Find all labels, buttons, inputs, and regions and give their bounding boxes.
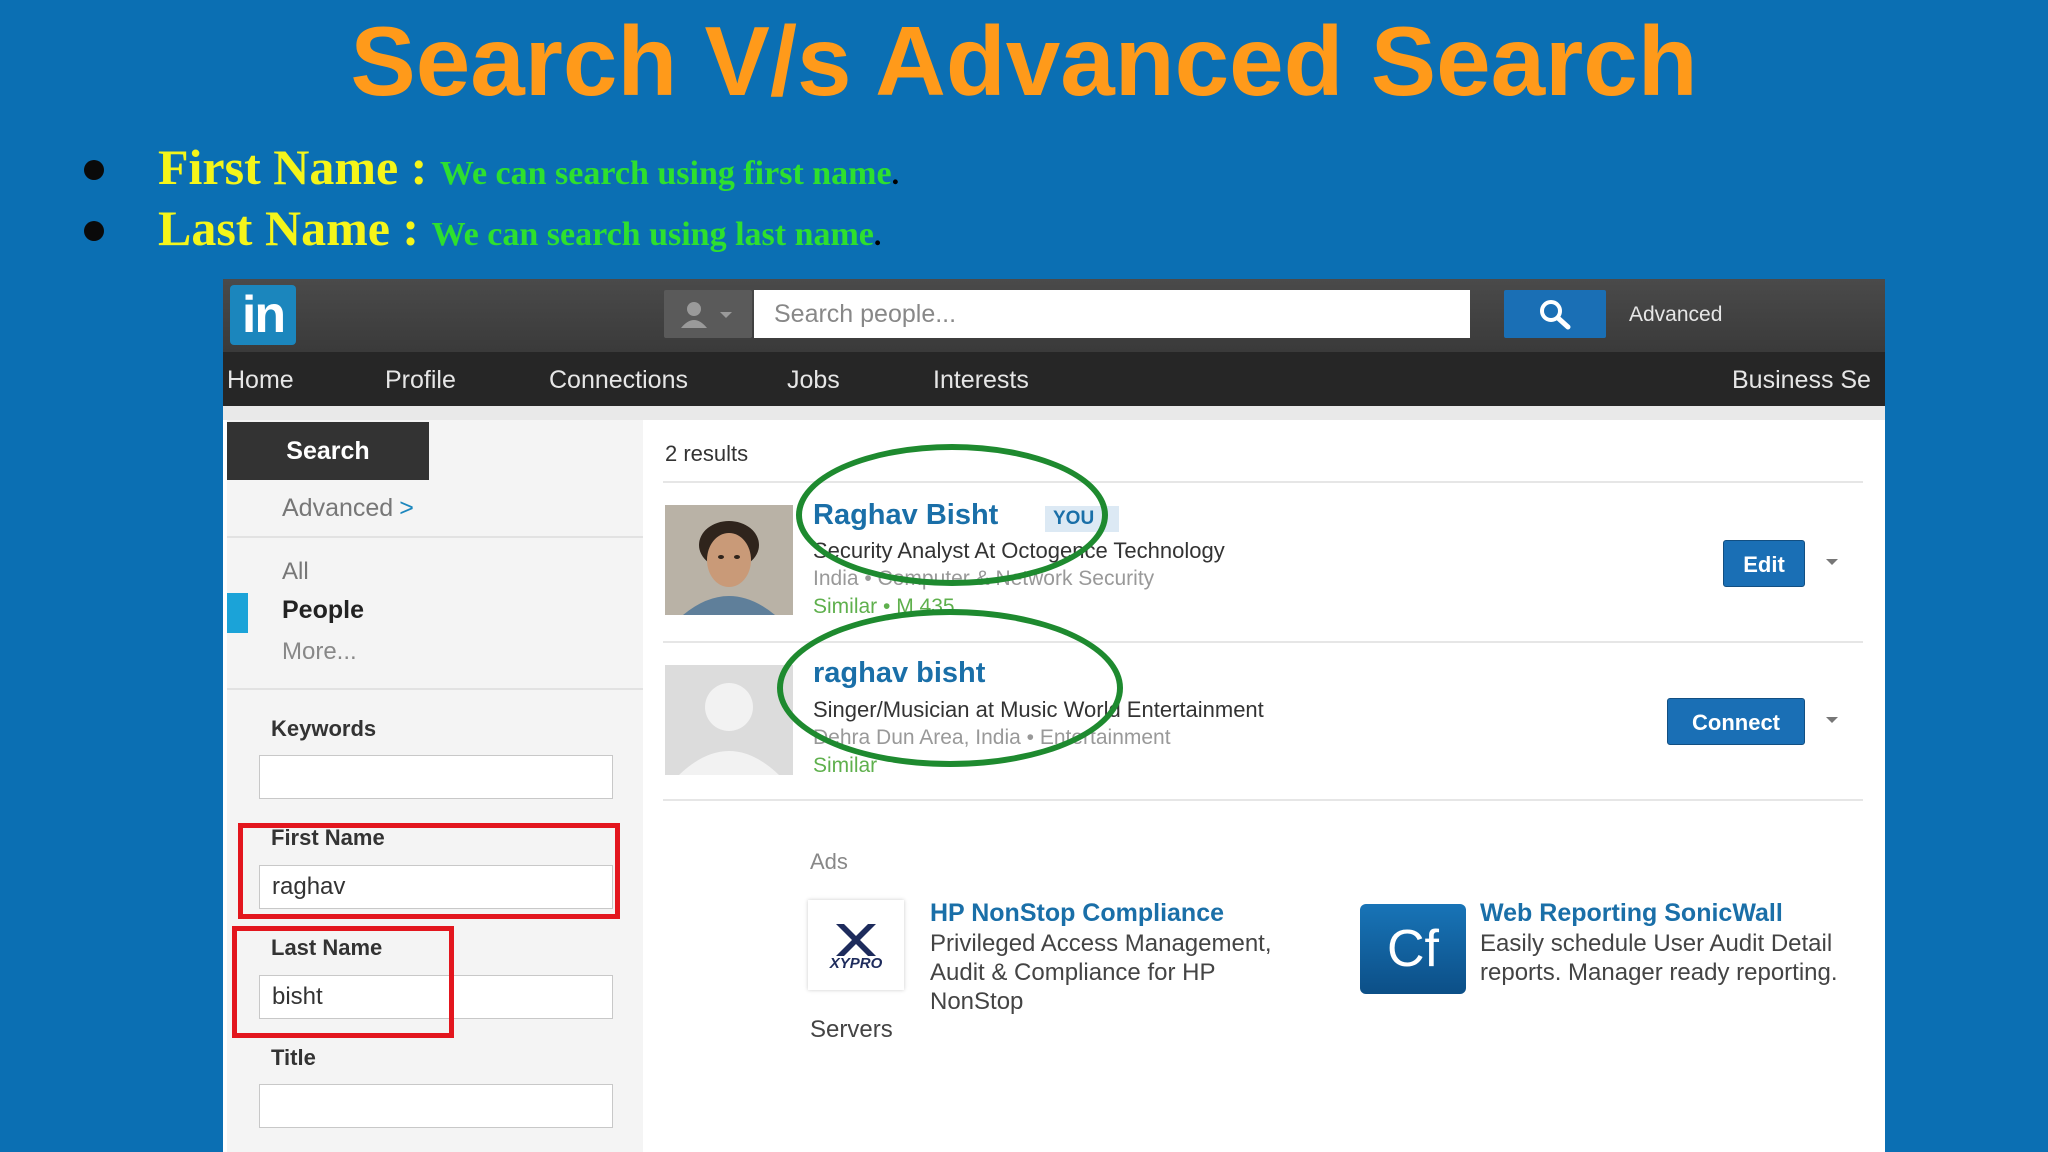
edit-button[interactable]: Edit xyxy=(1723,540,1805,587)
search-input[interactable]: Search people... xyxy=(754,290,1470,338)
xypro-icon xyxy=(836,924,876,956)
advanced-tab-label: Advanced xyxy=(282,494,394,522)
advanced-tab-link[interactable]: Advanced > xyxy=(282,494,414,523)
name-highlight-oval xyxy=(796,444,1108,586)
person-icon xyxy=(681,302,732,328)
last-name-highlight xyxy=(232,926,454,1038)
top-bar: in Search people... Advanced xyxy=(223,279,1885,352)
ad-title-link[interactable]: HP NonStop Compliance xyxy=(930,899,1224,928)
xypro-logo[interactable]: XYPRO xyxy=(808,900,904,990)
name-highlight-oval xyxy=(777,609,1123,767)
results-count: 2 results xyxy=(665,441,749,466)
linkedin-screenshot: in Search people... Advanced Home Profil… xyxy=(223,279,1885,1152)
bullet-dot-icon xyxy=(84,221,104,241)
nav-jobs[interactable]: Jobs xyxy=(787,366,840,395)
search-icon xyxy=(1540,300,1571,330)
divider xyxy=(663,799,1863,801)
ad-description-overflow: Servers xyxy=(810,1016,893,1043)
chevron-down-icon[interactable] xyxy=(1826,717,1838,723)
bullet-desc: We can search using last name xyxy=(431,216,874,253)
bullet-label: Last Name : xyxy=(158,200,420,256)
profile-photo xyxy=(665,505,793,615)
search-type-dropdown[interactable] xyxy=(664,290,752,338)
nav-shadow xyxy=(223,406,1885,420)
nav-interests[interactable]: Interests xyxy=(933,366,1029,395)
filter-people[interactable]: People xyxy=(282,596,364,625)
divider xyxy=(227,536,643,538)
nav-connections[interactable]: Connections xyxy=(549,366,688,395)
bullet-dot-icon xyxy=(84,160,104,180)
ad-title-link[interactable]: Web Reporting SonicWall xyxy=(1480,899,1783,928)
divider xyxy=(227,688,643,690)
first-name-highlight xyxy=(238,823,620,919)
connect-button[interactable]: Connect xyxy=(1667,698,1805,745)
keywords-input[interactable] xyxy=(259,755,613,799)
title-input[interactable] xyxy=(259,1084,613,1128)
avatar[interactable] xyxy=(665,505,793,615)
linkedin-logo[interactable]: in xyxy=(230,285,296,345)
chevron-right-icon: > xyxy=(399,494,414,522)
filter-all[interactable]: All xyxy=(282,558,309,586)
filter-more[interactable]: More... xyxy=(282,638,357,666)
selected-indicator xyxy=(227,593,248,633)
search-sidebar: Search Advanced > All People More... Keyw… xyxy=(227,420,643,1152)
title-label: Title xyxy=(271,1045,316,1070)
coldfusion-logo[interactable]: Cf xyxy=(1360,904,1466,994)
bullet-desc: We can search using first name xyxy=(439,155,892,192)
bullet-label: First Name : xyxy=(158,139,428,195)
chevron-down-icon[interactable] xyxy=(1826,559,1838,565)
nav-bar: Home Profile Connections Jobs Interests … xyxy=(223,352,1885,406)
avatar[interactable] xyxy=(665,665,793,775)
default-avatar-icon xyxy=(665,665,793,775)
advanced-search-link[interactable]: Advanced xyxy=(1629,303,1722,327)
nav-profile[interactable]: Profile xyxy=(385,366,456,395)
ad-description: Privileged Access Management, Audit & Co… xyxy=(930,930,1272,1015)
ads-label: Ads xyxy=(810,849,848,874)
slide-title: Search V/s Advanced Search xyxy=(350,6,1698,116)
tab-search[interactable]: Search xyxy=(227,422,429,480)
nav-business-services[interactable]: Business Se xyxy=(1732,366,1871,395)
ad-description: Easily schedule User Audit Detail report… xyxy=(1480,930,1838,986)
search-button[interactable] xyxy=(1504,290,1606,338)
keywords-label: Keywords xyxy=(271,716,377,741)
nav-home[interactable]: Home xyxy=(227,366,294,395)
xypro-logo-text: XYPRO xyxy=(829,955,883,972)
